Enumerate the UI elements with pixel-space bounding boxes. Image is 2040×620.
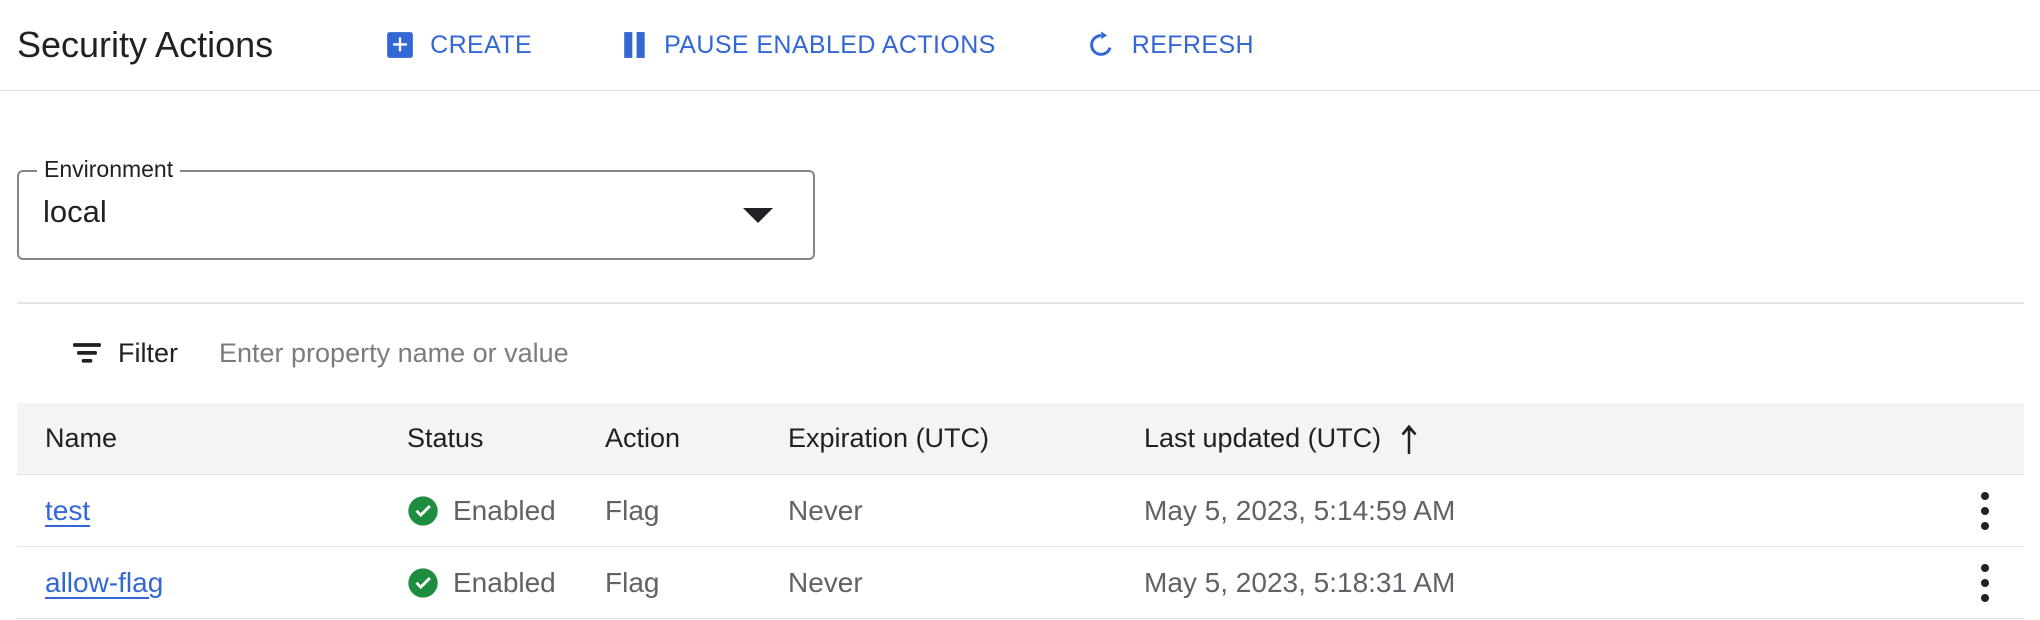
security-action-link[interactable]: allow-flag xyxy=(45,567,163,598)
refresh-icon xyxy=(1086,30,1116,60)
more-vert-icon[interactable] xyxy=(1981,563,1989,602)
pause-icon xyxy=(622,31,648,59)
cell-name: allow-flag xyxy=(17,567,407,599)
page-title: Security Actions xyxy=(17,24,274,65)
pause-enabled-actions-button-label: PAUSE ENABLED ACTIONS xyxy=(664,30,996,59)
environment-select-value: local xyxy=(43,194,107,229)
cell-status: Enabled xyxy=(407,495,605,527)
cell-name: test xyxy=(17,495,407,527)
column-header-last-updated-label: Last updated (UTC) xyxy=(1144,423,1382,453)
environment-select[interactable]: Environment local xyxy=(17,157,815,260)
table-row: test Enabled Flag Never May 5, 2023, 5:1… xyxy=(17,475,2024,547)
column-header-name[interactable]: Name xyxy=(17,423,407,454)
filter-input[interactable] xyxy=(217,336,1717,370)
environment-select-outline[interactable] xyxy=(17,170,815,260)
row-menu-button[interactable] xyxy=(1946,563,2024,602)
cell-expiration: Never xyxy=(788,494,863,526)
more-vert-icon[interactable] xyxy=(1981,491,1989,530)
table-header-row: Name Status Action Expiration (UTC) Last… xyxy=(17,403,2024,475)
chevron-down-icon[interactable] xyxy=(743,208,773,223)
cell-expiration: Never xyxy=(788,566,863,598)
cell-action: Flag xyxy=(605,494,660,526)
refresh-button-label: REFRESH xyxy=(1131,30,1254,59)
cell-status: Enabled xyxy=(407,567,605,599)
column-header-action[interactable]: Action xyxy=(605,423,788,454)
filter-label: Filter xyxy=(118,337,178,368)
create-button[interactable]: CREATE xyxy=(386,31,532,60)
cell-last-updated: May 5, 2023, 5:14:59 AM xyxy=(1144,494,1456,526)
column-header-status[interactable]: Status xyxy=(407,423,605,454)
header-toolbar: CREATE PAUSE ENABLED ACTIONS REFRESH xyxy=(386,30,1254,60)
cell-action: Flag xyxy=(605,566,660,598)
status-label: Enabled xyxy=(453,494,556,526)
table-row: allow-flag Enabled Flag Never May 5, 202… xyxy=(17,547,2024,619)
security-actions-page: Security Actions CREATE PAUSE ENABLED AC… xyxy=(0,0,2040,620)
column-header-last-updated[interactable]: Last updated (UTC) xyxy=(1144,423,1946,454)
plus-box-icon xyxy=(386,31,414,59)
column-header-expiration[interactable]: Expiration (UTC) xyxy=(788,423,1144,454)
check-circle-icon xyxy=(407,495,439,527)
row-menu-button[interactable] xyxy=(1946,491,2024,530)
status-label: Enabled xyxy=(453,566,556,598)
refresh-button[interactable]: REFRESH xyxy=(1086,30,1254,60)
check-circle-icon xyxy=(407,567,439,599)
filter-icon[interactable] xyxy=(73,343,101,363)
create-button-label: CREATE xyxy=(430,30,533,59)
environment-select-label: Environment xyxy=(37,157,181,181)
pause-enabled-actions-button[interactable]: PAUSE ENABLED ACTIONS xyxy=(622,31,996,60)
arrow-up-icon[interactable] xyxy=(1400,424,1418,454)
security-action-link[interactable]: test xyxy=(45,495,90,526)
page-header: Security Actions CREATE PAUSE ENABLED AC… xyxy=(0,0,2040,91)
cell-last-updated: May 5, 2023, 5:18:31 AM xyxy=(1144,566,1456,598)
filter-bar: Filter xyxy=(17,302,2024,402)
security-actions-table: Name Status Action Expiration (UTC) Last… xyxy=(17,403,2024,619)
